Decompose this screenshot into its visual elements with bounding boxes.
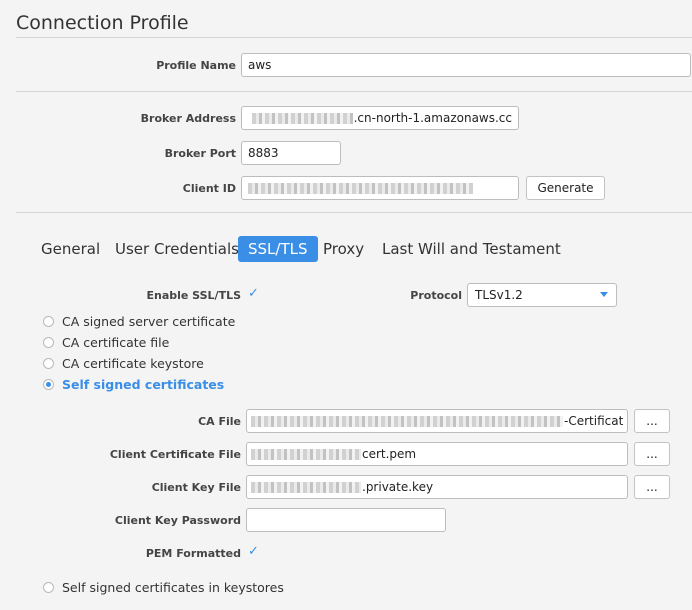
radio-self-signed[interactable]	[43, 379, 54, 390]
redacted-text	[248, 182, 473, 194]
profile-name-input[interactable]: aws	[241, 53, 691, 77]
enable-ssl-checkbox[interactable]: ✓	[248, 287, 262, 301]
radio-ca-certificate-file[interactable]	[43, 337, 54, 348]
radio-label-self-signed-keystores: Self signed certificates in keystores	[62, 580, 284, 595]
radio-self-signed-keystores[interactable]	[43, 582, 54, 593]
page-title: Connection Profile	[16, 12, 189, 34]
client-cert-browse-button[interactable]: ...	[634, 442, 670, 466]
tab-general[interactable]: General	[38, 236, 103, 262]
radio-label-ca-signed-server: CA signed server certificate	[62, 314, 236, 329]
broker-port-label: Broker Port	[164, 147, 236, 160]
pem-formatted-label: PEM Formatted	[145, 547, 241, 560]
client-id-label: Client ID	[182, 182, 236, 195]
client-id-input[interactable]	[241, 176, 519, 200]
radio-ca-keystore[interactable]	[43, 358, 54, 369]
protocol-value: TLSv1.2	[475, 288, 523, 302]
redacted-text	[251, 415, 563, 427]
generate-button[interactable]: Generate	[526, 176, 605, 200]
ca-file-browse-button[interactable]: ...	[634, 409, 670, 433]
radio-label-ca-keystore: CA certificate keystore	[62, 356, 204, 371]
client-cert-input[interactable]: cert.pem	[246, 442, 628, 466]
protocol-select[interactable]: TLSv1.2	[467, 283, 617, 307]
client-key-password-input[interactable]	[246, 508, 446, 532]
client-key-browse-button[interactable]: ...	[634, 475, 670, 499]
broker-port-input[interactable]: 8883	[241, 141, 341, 165]
enable-ssl-label: Enable SSL/TLS	[146, 289, 241, 302]
redacted-text	[252, 112, 353, 124]
ca-file-label: CA File	[198, 415, 241, 428]
client-key-password-label: Client Key Password	[114, 514, 241, 527]
broker-address-label: Broker Address	[140, 112, 236, 125]
ca-file-input[interactable]: -Certificat	[246, 409, 628, 433]
redacted-text	[251, 481, 361, 493]
client-cert-value: cert.pem	[362, 447, 417, 461]
broker-address-value: .cn-north-1.amazonaws.cc	[353, 111, 512, 125]
profile-name-label: Profile Name	[156, 59, 236, 72]
radio-label-self-signed: Self signed certificates	[62, 377, 225, 392]
pem-formatted-checkbox[interactable]: ✓	[248, 545, 262, 559]
redacted-text	[251, 448, 361, 460]
client-key-value: .private.key	[362, 480, 434, 494]
divider	[16, 212, 692, 213]
tab-user-credentials[interactable]: User Credentials	[112, 236, 242, 262]
radio-label-ca-certificate-file: CA certificate file	[62, 335, 170, 350]
broker-address-input[interactable]: .cn-north-1.amazonaws.cc	[241, 106, 519, 130]
client-cert-label: Client Certificate File	[109, 448, 241, 461]
chevron-down-icon	[600, 292, 608, 297]
profile-name-value: aws	[248, 58, 272, 72]
tab-last-will[interactable]: Last Will and Testament	[379, 236, 564, 262]
divider	[16, 91, 692, 92]
radio-ca-signed-server[interactable]	[43, 316, 54, 327]
broker-port-value: 8883	[248, 146, 279, 160]
tab-proxy[interactable]: Proxy	[320, 236, 367, 262]
tab-ssl-tls[interactable]: SSL/TLS	[238, 236, 318, 262]
client-key-label: Client Key File	[151, 481, 241, 494]
divider	[16, 37, 692, 38]
client-key-input[interactable]: .private.key	[246, 475, 628, 499]
protocol-label: Protocol	[410, 289, 462, 302]
ca-file-value: -Certificat	[564, 414, 624, 428]
